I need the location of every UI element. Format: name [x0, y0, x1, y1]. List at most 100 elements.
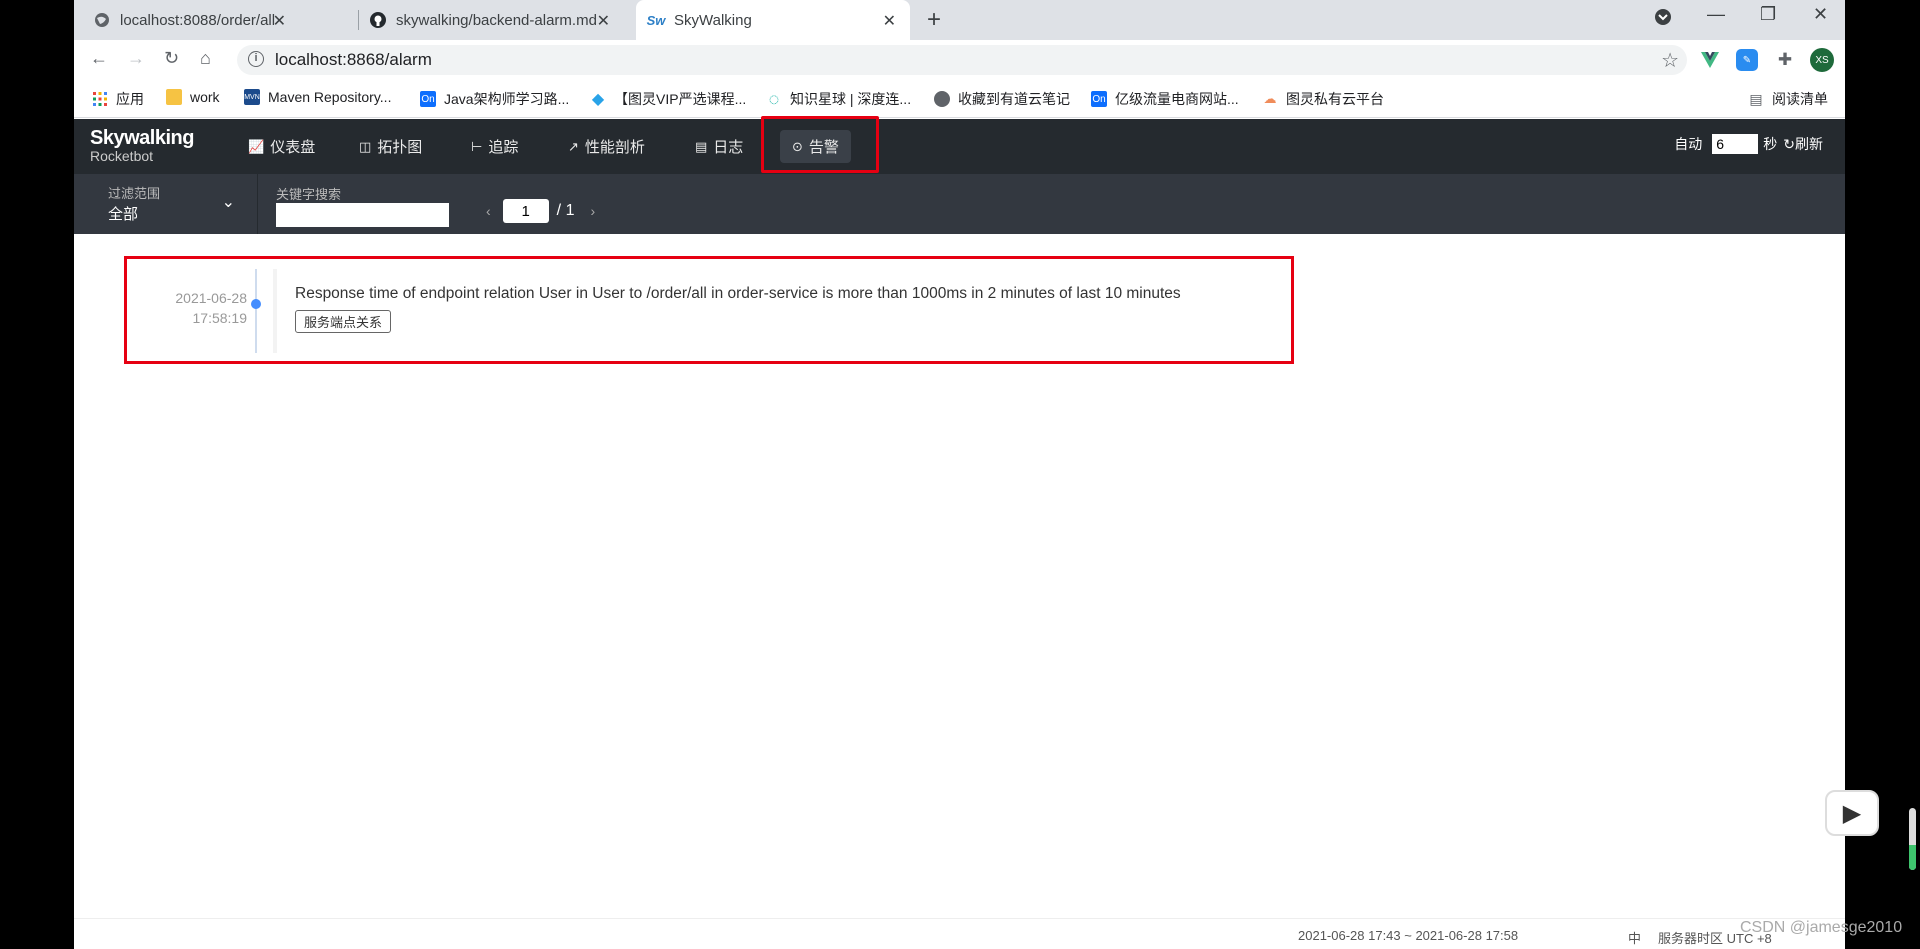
keyword-label: 关键字搜索	[276, 187, 342, 202]
alarm-item[interactable]: 2021-06-28 17:58:19 Response time of end…	[124, 256, 1294, 364]
next-page-icon[interactable]: ›	[590, 203, 595, 219]
interval-input[interactable]	[1712, 134, 1759, 154]
profile-icon: ↗	[568, 138, 579, 154]
prev-page-icon[interactable]: ‹	[486, 203, 491, 219]
refresh-label: 刷新	[1795, 136, 1823, 152]
restore-icon[interactable]: ❐	[1760, 4, 1776, 25]
window-close-icon[interactable]: ✕	[1813, 4, 1828, 25]
bookmark-youdao[interactable]: 收藏到有道云笔记	[934, 89, 1070, 109]
address-bar[interactable]: i localhost:8868/alarm ☆	[237, 45, 1687, 75]
extension-icon[interactable]: ✎	[1736, 49, 1758, 71]
tab-order-all[interactable]: localhost:8088/order/all ✕	[74, 0, 296, 40]
globe-icon	[934, 91, 950, 107]
nav-trace[interactable]: ⊢ 追踪	[471, 119, 518, 174]
avatar[interactable]: XS	[1810, 48, 1834, 72]
folder-icon	[166, 89, 182, 105]
scope-selector[interactable]: 过滤范围 全部 ⌄	[74, 174, 258, 234]
bookmark-ecommerce[interactable]: On 亿级流量电商网站...	[1091, 89, 1239, 109]
keyword-input[interactable]	[276, 203, 449, 227]
bookmark-label: 知识星球 | 深度连...	[790, 91, 912, 107]
forward-icon[interactable]: →	[127, 48, 145, 69]
skywalking-icon: Sw	[646, 12, 666, 28]
close-icon[interactable]: ✕	[597, 11, 610, 31]
bookmark-label: 亿级流量电商网站...	[1115, 91, 1239, 107]
spinner-icon: ◌	[768, 88, 780, 109]
bookmark-apps[interactable]: 应用	[92, 89, 144, 109]
skywalking-logo[interactable]: Skywalking Rocketbot	[90, 127, 194, 164]
tab-bar: localhost:8088/order/all ✕ skywalking/ba…	[74, 0, 1845, 40]
alarm-rail	[273, 269, 277, 353]
play-overlay-icon[interactable]: ▶	[1825, 790, 1879, 836]
globe-icon	[94, 12, 110, 28]
language-toggle[interactable]: 中	[1628, 928, 1641, 947]
nav-label: 追踪	[488, 139, 519, 156]
auto-refresh-group: 自动 秒 ↻刷新	[1674, 134, 1823, 154]
url-text[interactable]: localhost:8868/alarm	[275, 50, 432, 70]
filter-bar: 过滤范围 全部 ⌄ 关键字搜索 ‹ / 1 ›	[74, 174, 1845, 234]
bookmark-label: Maven Repository...	[268, 89, 392, 105]
home-icon[interactable]: ⌂	[200, 48, 211, 69]
nav-dashboard[interactable]: 📈 仪表盘	[248, 119, 315, 174]
page-total: / 1	[556, 202, 575, 219]
tab-skywalking[interactable]: Sw SkyWalking ✕	[636, 0, 910, 40]
on-icon: On	[1091, 91, 1107, 107]
back-icon[interactable]: ←	[90, 48, 108, 69]
bookmark-zhishi-xingqiu[interactable]: ◌ 知识星球 | 深度连...	[766, 89, 911, 109]
bookmark-work[interactable]: work	[166, 89, 220, 105]
alarm-date: 2021-06-28	[175, 290, 247, 306]
browser-window: localhost:8088/order/all ✕ skywalking/ba…	[74, 0, 1845, 949]
nav-label: 性能剖析	[584, 139, 645, 156]
bookmark-label: 图灵私有云平台	[1286, 91, 1384, 107]
tab-title: skywalking/backend-alarm.md	[396, 11, 597, 29]
time-range[interactable]: 2021-06-28 17:43 ~ 2021-06-28 17:58	[1298, 928, 1518, 943]
kebab-menu-icon[interactable]: ⋮	[1840, 49, 1845, 71]
refresh-button[interactable]: ↻刷新	[1783, 134, 1823, 154]
watermark: CSDN @jamesge2010	[1740, 919, 1903, 936]
bookmark-label: 收藏到有道云笔记	[958, 91, 1070, 107]
seconds-label: 秒	[1763, 136, 1778, 152]
apps-grid-icon	[92, 91, 108, 107]
alarm-scope-tag[interactable]: 服务端点关系	[295, 310, 392, 333]
bookmark-label: Java架构师学习路...	[444, 91, 570, 107]
keyword-search: 关键字搜索	[276, 184, 449, 227]
bookmark-label: work	[190, 89, 220, 105]
bookmark-maven[interactable]: MVN Maven Repository...	[244, 89, 391, 105]
alarm-time: 17:58:19	[192, 310, 248, 326]
mvn-icon: MVN	[244, 89, 260, 105]
tab-backend-alarm[interactable]: skywalking/backend-alarm.md ✕	[360, 0, 622, 40]
new-tab-button[interactable]: +	[927, 6, 941, 34]
skywalking-header: Skywalking Rocketbot 📈 仪表盘 ◫ 拓扑图 ⊢ 追踪 ↗ …	[74, 119, 1845, 174]
bookmark-java-architect[interactable]: On Java架构师学习路...	[420, 89, 569, 109]
puzzle-icon[interactable]: ✚	[1774, 49, 1796, 71]
bookmark-tuling-vip[interactable]: ◆ 【图灵VIP严选课程...	[590, 89, 746, 109]
chevron-down-icon[interactable]: ⌄	[222, 192, 235, 212]
cloud-icon: ☁	[1263, 91, 1277, 106]
bookmark-label: 【图灵VIP严选课程...	[614, 91, 747, 107]
footer: 2021-06-28 17:43 ~ 2021-06-28 17:58 中 服务…	[74, 918, 1845, 949]
timeline-line	[255, 269, 257, 353]
info-icon[interactable]: i	[248, 51, 264, 67]
vue-devtools-icon[interactable]	[1699, 49, 1721, 71]
close-icon[interactable]: ✕	[273, 11, 286, 31]
reading-list[interactable]: ▤ 阅读清单	[1748, 89, 1828, 109]
bookmark-tuling-cloud[interactable]: ☁ 图灵私有云平台	[1262, 89, 1385, 109]
close-icon[interactable]: ✕	[883, 11, 896, 31]
page-input[interactable]	[502, 199, 549, 223]
nav-topology[interactable]: ◫ 拓扑图	[359, 119, 422, 174]
refresh-icon: ↻	[1783, 136, 1795, 152]
reload-icon[interactable]: ↻	[164, 48, 179, 69]
minimize-icon[interactable]: —	[1707, 4, 1725, 25]
auto-label[interactable]: 自动	[1674, 134, 1702, 154]
tab-search-icon[interactable]	[1654, 8, 1672, 31]
bookmark-label: 应用	[116, 91, 144, 107]
volume-fill	[1909, 845, 1916, 870]
nav-highlight-box	[761, 116, 879, 173]
nav-label: 仪表盘	[270, 139, 316, 156]
reading-list-icon: ▤	[1749, 90, 1763, 107]
nav-log[interactable]: ▤ 日志	[695, 119, 743, 174]
trace-icon: ⊢	[471, 138, 483, 154]
bookmark-star-icon[interactable]: ☆	[1661, 48, 1679, 73]
nav-profile[interactable]: ↗ 性能剖析	[568, 119, 645, 174]
diamond-icon: ◆	[591, 91, 605, 108]
topology-icon: ◫	[359, 138, 372, 154]
